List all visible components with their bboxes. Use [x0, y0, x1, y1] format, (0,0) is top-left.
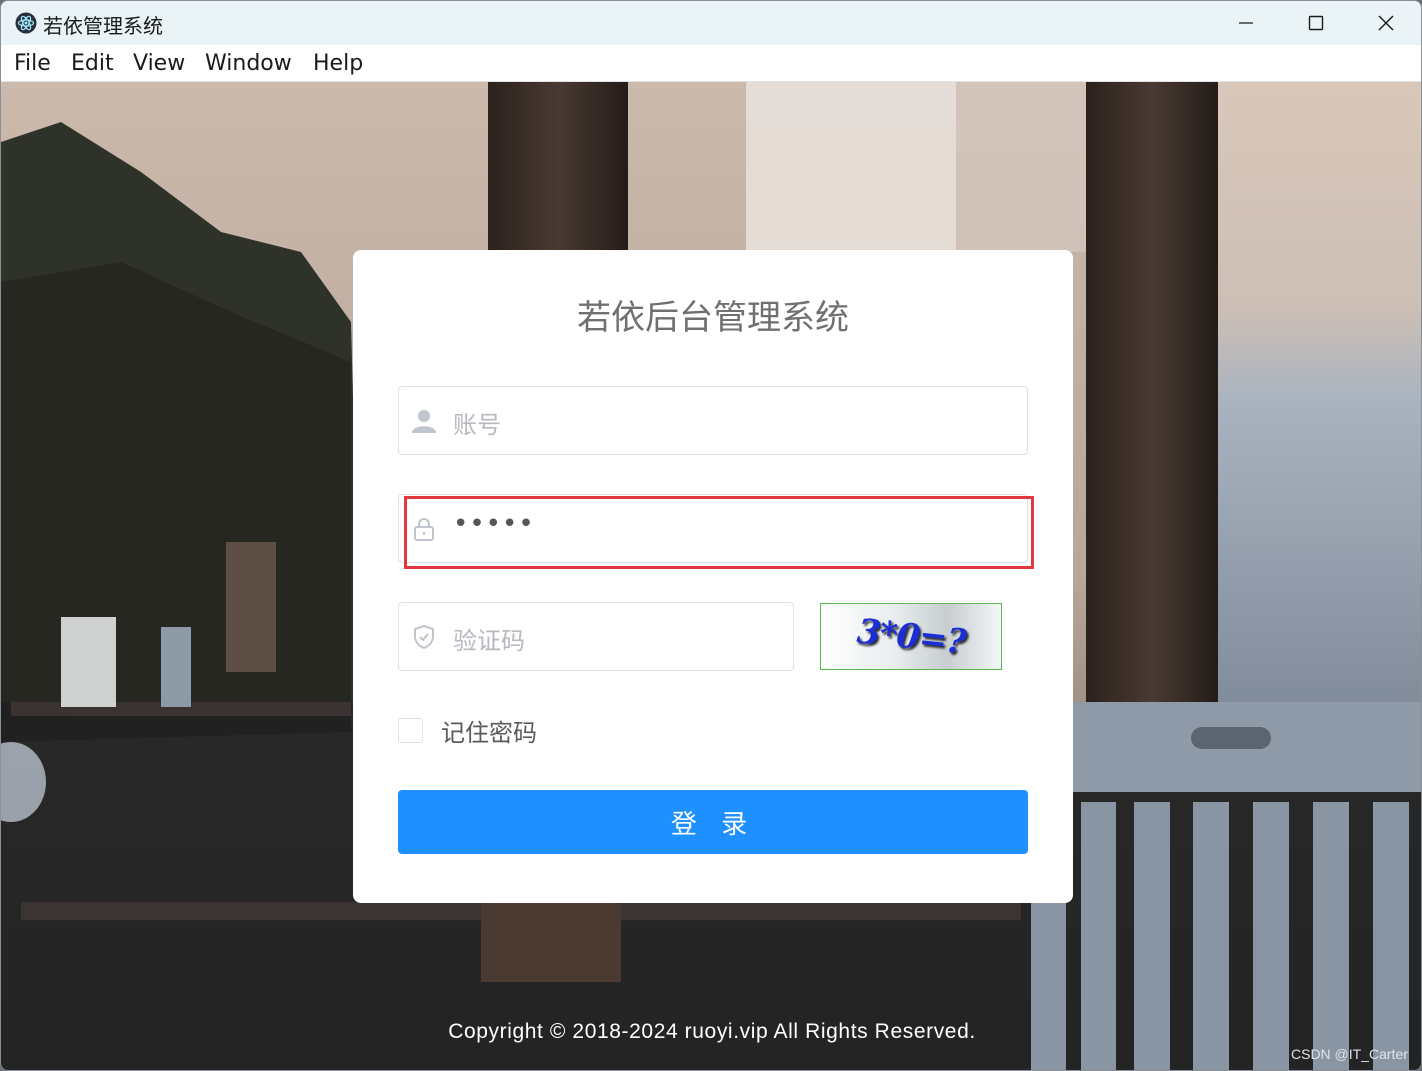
close-button[interactable] — [1351, 1, 1421, 45]
user-icon — [412, 410, 436, 433]
login-button[interactable]: 登 录 — [398, 790, 1028, 854]
close-icon — [1378, 15, 1394, 31]
login-title: 若依后台管理系统 — [577, 298, 849, 338]
watermark-text: CSDN @IT_Carter — [1291, 1046, 1408, 1062]
app-window: 若依管理系统 File Edit View Window Help 若依后台管理… — [0, 0, 1422, 1071]
menu-window[interactable]: Window — [205, 51, 292, 76]
electron-app-icon — [15, 12, 37, 34]
captcha-input[interactable]: 验证码 — [398, 602, 794, 671]
copyright-text: Copyright © 2018-2024 ruoyi.vip All Righ… — [448, 1020, 976, 1043]
remember-checkbox[interactable] — [398, 718, 423, 743]
captcha-placeholder: 验证码 — [453, 627, 525, 655]
title-bar[interactable]: 若依管理系统 — [1, 1, 1421, 45]
maximize-icon — [1308, 15, 1324, 31]
shield-icon — [414, 624, 434, 650]
username-placeholder: 账号 — [453, 411, 501, 439]
menu-file[interactable]: File — [14, 51, 51, 76]
menu-help[interactable]: Help — [313, 51, 363, 76]
password-value: ••••• — [453, 509, 535, 539]
captcha-image[interactable]: 3*0=? — [820, 603, 1002, 670]
remember-label: 记住密码 — [441, 719, 537, 747]
remember-password[interactable]: 记住密码 — [398, 713, 537, 748]
window-title: 若依管理系统 — [43, 14, 163, 38]
minimize-button[interactable] — [1211, 1, 1281, 45]
menu-edit[interactable]: Edit — [71, 51, 114, 76]
captcha-text: 3*0=? — [854, 610, 968, 663]
password-input[interactable]: ••••• — [398, 494, 1028, 563]
maximize-button[interactable] — [1281, 1, 1351, 45]
username-input[interactable]: 账号 — [398, 386, 1028, 455]
menu-bar: File Edit View Window Help — [1, 45, 1421, 82]
login-card: 若依后台管理系统 账号 ••••• 验证码 3*0=? 记住密码 登 录 — [353, 250, 1073, 903]
lock-icon — [414, 518, 434, 541]
minimize-icon — [1239, 22, 1253, 24]
menu-view[interactable]: View — [133, 51, 185, 76]
